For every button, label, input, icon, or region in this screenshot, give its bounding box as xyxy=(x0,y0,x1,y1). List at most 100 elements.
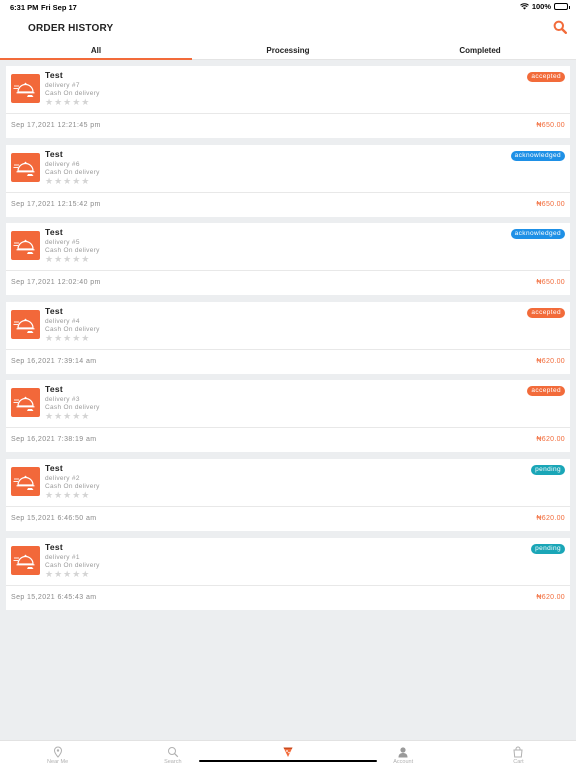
status-time: 6:31 PM xyxy=(10,3,39,12)
order-rating-stars[interactable]: ★★★★★ xyxy=(45,97,90,108)
order-card-top: Test delivery #3 Cash On delivery ★★★★★ acce… xyxy=(6,380,570,429)
order-delivery-number: delivery #7 xyxy=(45,82,80,89)
order-card[interactable]: Test delivery #5 Cash On delivery ★★★★★ ackn… xyxy=(6,223,570,296)
order-payment-method: Cash On delivery xyxy=(45,404,100,412)
status-badge: acknowledged xyxy=(510,150,565,161)
order-tabs: All Processing Completed xyxy=(0,42,576,60)
order-payment-method: Cash On delivery xyxy=(45,90,100,97)
order-card-top: Test delivery #6 Cash On delivery ★★★★★ ackn… xyxy=(6,145,570,193)
order-rating-stars[interactable]: ★★★★★ xyxy=(45,411,90,422)
order-card-top: Test delivery #5 Cash On delivery ★★★★★ ackn… xyxy=(6,223,570,272)
order-restaurant-name: Test xyxy=(45,384,64,395)
order-price: ₦650.00 xyxy=(536,200,565,208)
pizza-icon xyxy=(230,746,345,758)
order-timestamp: Sep 17,2021 12:21:45 pm xyxy=(11,122,101,129)
order-restaurant-name: Test xyxy=(45,541,64,552)
order-payment-method: Cash On delivery xyxy=(45,247,100,255)
search-icon xyxy=(553,20,568,35)
order-card-bottom: Sep 17,2021 12:02:40 pm ₦650.00 xyxy=(6,271,570,295)
status-badge: accepted xyxy=(527,72,565,82)
restaurant-logo-icon xyxy=(11,309,40,339)
order-delivery-number: delivery #1 xyxy=(45,553,80,561)
status-badge: pending xyxy=(531,543,565,554)
nav-cart[interactable]: Cart xyxy=(461,741,576,768)
order-delivery-number: delivery #2 xyxy=(45,474,80,482)
order-card-bottom: Sep 16,2021 7:38:19 am ₦620.00 xyxy=(6,428,570,452)
order-price: ₦620.00 xyxy=(536,514,565,522)
order-card[interactable]: Test delivery #3 Cash On delivery ★★★★★ acce… xyxy=(6,380,570,453)
order-timestamp: Sep 16,2021 7:39:14 am xyxy=(11,357,97,365)
tab-all[interactable]: All xyxy=(0,42,192,60)
order-card-bottom: Sep 15,2021 6:46:50 am ₦620.00 xyxy=(6,507,570,531)
order-rating-stars[interactable]: ★★★★★ xyxy=(45,490,90,501)
order-card-bottom: Sep 16,2021 7:39:14 am ₦620.00 xyxy=(6,350,570,374)
order-price: ₦620.00 xyxy=(536,357,565,365)
order-delivery-number: delivery #6 xyxy=(45,160,80,168)
battery-percent: 100% xyxy=(531,2,551,11)
order-delivery-number: delivery #4 xyxy=(45,317,80,325)
status-right: 100% xyxy=(519,2,570,11)
order-delivery-number: delivery #3 xyxy=(45,396,80,404)
restaurant-logo-icon xyxy=(11,388,40,418)
page-title: ORDER HISTORY xyxy=(28,23,114,34)
order-price: ₦650.00 xyxy=(536,279,565,287)
bottom-nav: Near Me Search Account Cart xyxy=(0,740,576,768)
home-indicator xyxy=(199,760,377,762)
order-card-bottom: Sep 15,2021 6:45:43 am ₦620.00 xyxy=(6,586,570,610)
battery-icon xyxy=(554,3,570,10)
order-price: ₦620.00 xyxy=(536,593,565,601)
order-restaurant-name: Test xyxy=(45,462,64,473)
order-restaurant-name: Test xyxy=(45,70,64,80)
order-restaurant-name: Test xyxy=(45,148,64,159)
status-bar: 6:31 PM Fri Sep 17 100% xyxy=(0,0,576,13)
order-list: Test delivery #7 Cash On delivery ★★★★★ acce… xyxy=(0,60,576,610)
status-date: Fri Sep 17 xyxy=(41,3,77,12)
order-payment-method: Cash On delivery xyxy=(45,482,100,490)
order-card-bottom: Sep 17,2021 12:21:45 pm ₦650.00 xyxy=(6,114,570,138)
order-timestamp: Sep 17,2021 12:02:40 pm xyxy=(11,279,101,287)
restaurant-logo-icon xyxy=(11,231,40,261)
order-card-top: Test delivery #7 Cash On delivery ★★★★★ acce… xyxy=(6,66,570,114)
order-timestamp: Sep 15,2021 6:45:43 am xyxy=(11,593,97,601)
order-payment-method: Cash On delivery xyxy=(45,168,100,176)
wifi-icon xyxy=(519,3,529,10)
order-card-top: Test delivery #2 Cash On delivery ★★★★★ pend… xyxy=(6,459,570,507)
order-rating-stars[interactable]: ★★★★★ xyxy=(45,254,90,265)
nav-search[interactable]: Search xyxy=(115,741,230,768)
order-rating-stars[interactable]: ★★★★★ xyxy=(45,333,90,344)
nav-search-label: Search xyxy=(164,759,182,765)
order-restaurant-name: Test xyxy=(45,305,64,316)
nav-account-label: Account xyxy=(393,759,414,765)
order-timestamp: Sep 15,2021 6:46:50 am xyxy=(11,514,97,522)
nav-account[interactable]: Account xyxy=(346,741,461,768)
status-badge: accepted xyxy=(527,386,565,397)
restaurant-logo-icon xyxy=(11,545,40,575)
cart-icon xyxy=(461,746,576,758)
status-badge: accepted xyxy=(527,307,565,318)
order-rating-stars[interactable]: ★★★★★ xyxy=(45,176,90,187)
order-card[interactable]: Test delivery #1 Cash On delivery ★★★★★ pend… xyxy=(6,537,570,610)
order-payment-method: Cash On delivery xyxy=(45,561,100,569)
nav-cart-label: Cart xyxy=(513,759,524,765)
order-payment-method: Cash On delivery xyxy=(45,325,100,333)
tab-completed[interactable]: Completed xyxy=(384,42,576,59)
order-card-top: Test delivery #4 Cash On delivery ★★★★★ acce… xyxy=(6,302,570,350)
restaurant-logo-icon xyxy=(11,152,40,182)
order-card[interactable]: Test delivery #2 Cash On delivery ★★★★★ pend… xyxy=(6,458,570,531)
order-card-bottom: Sep 17,2021 12:15:42 pm ₦650.00 xyxy=(6,193,570,217)
order-price: ₦620.00 xyxy=(536,436,565,444)
order-delivery-number: delivery #5 xyxy=(45,239,80,247)
nav-orders[interactable] xyxy=(230,741,345,768)
location-pin-icon xyxy=(0,746,115,758)
nav-near-me[interactable]: Near Me xyxy=(0,741,115,768)
restaurant-logo-icon xyxy=(11,74,40,103)
order-card[interactable]: Test delivery #6 Cash On delivery ★★★★★ ackn… xyxy=(6,144,570,217)
order-timestamp: Sep 16,2021 7:38:19 am xyxy=(11,436,97,444)
order-card[interactable]: Test delivery #7 Cash On delivery ★★★★★ acce… xyxy=(6,66,570,138)
status-badge: pending xyxy=(531,464,565,475)
tab-processing[interactable]: Processing xyxy=(192,42,384,59)
nav-near-me-label: Near Me xyxy=(47,759,69,765)
search-button[interactable] xyxy=(553,20,568,35)
order-rating-stars[interactable]: ★★★★★ xyxy=(45,569,90,580)
order-card[interactable]: Test delivery #4 Cash On delivery ★★★★★ acce… xyxy=(6,301,570,374)
